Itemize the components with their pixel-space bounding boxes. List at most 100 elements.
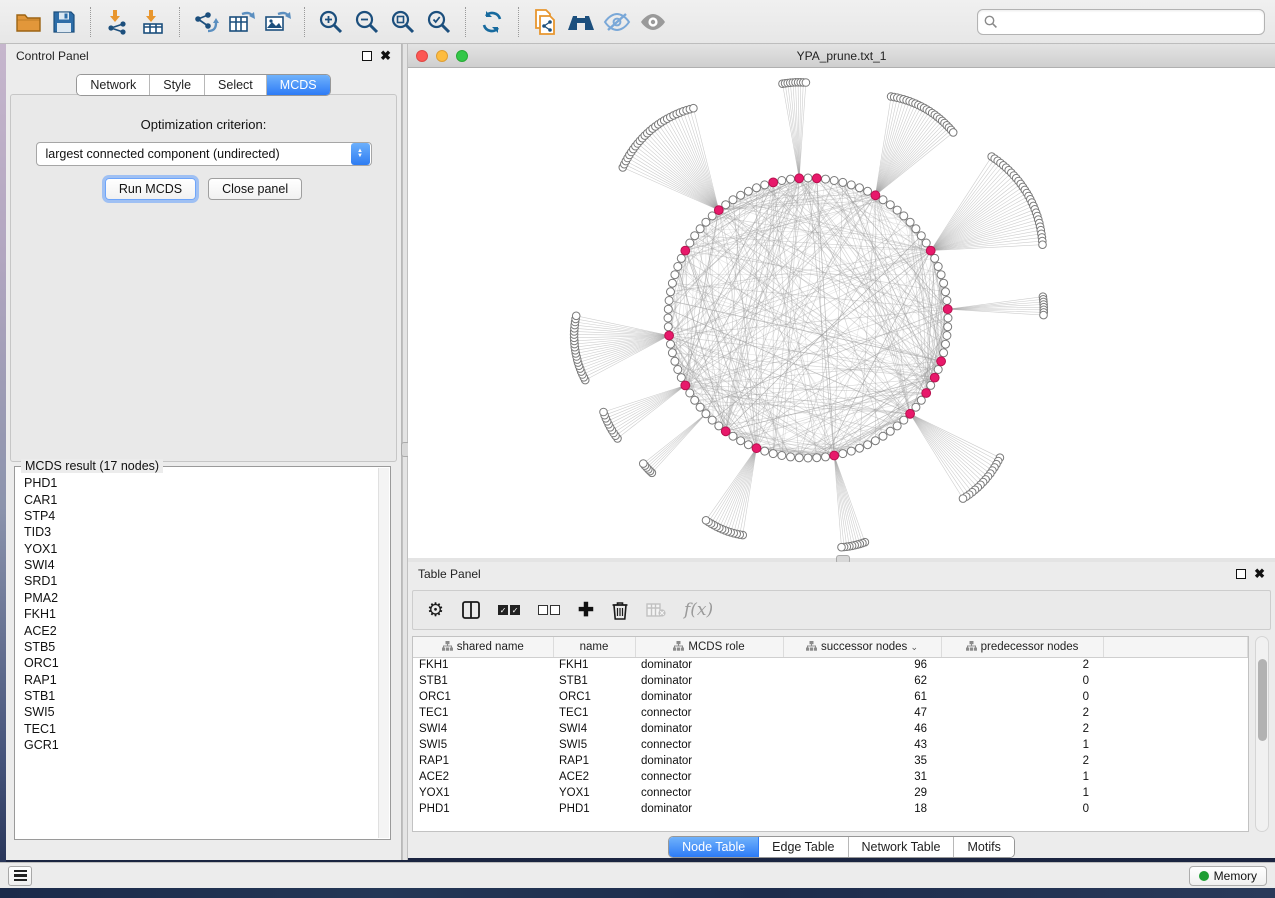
mcds-result-item[interactable]: FKH1 — [16, 606, 377, 622]
table-cell[interactable]: connector — [635, 769, 783, 785]
table-row[interactable]: FKH1FKH1dominator962 — [413, 657, 1248, 673]
mcds-result-item[interactable]: RAP1 — [16, 672, 377, 688]
table-cell[interactable]: SWI5 — [553, 737, 635, 753]
column-header-mcds-role[interactable]: MCDS role — [635, 637, 783, 657]
search-network-icon[interactable] — [563, 5, 599, 39]
mcds-result-item[interactable]: YOX1 — [16, 541, 377, 557]
duplicate-network-icon[interactable] — [527, 5, 563, 39]
import-network-icon[interactable] — [99, 5, 135, 39]
table-scrollbar-thumb[interactable] — [1258, 659, 1267, 741]
criterion-dropdown[interactable]: largest connected component (undirected)… — [36, 142, 372, 166]
table-cell[interactable]: 35 — [783, 753, 941, 769]
table-cell[interactable]: YOX1 — [413, 785, 553, 801]
close-panel-icon[interactable]: ✖ — [1254, 569, 1265, 579]
table-row[interactable]: ORC1ORC1dominator610 — [413, 689, 1248, 705]
table-cell[interactable]: PHD1 — [413, 801, 553, 817]
export-table-icon[interactable] — [224, 5, 260, 39]
network-search-box[interactable] — [977, 9, 1265, 35]
mcds-list-scrollbar[interactable] — [378, 468, 389, 838]
column-header-shared-name[interactable]: shared name — [413, 637, 553, 657]
refresh-icon[interactable] — [474, 5, 510, 39]
search-input[interactable] — [1002, 15, 1258, 29]
tab-edge-table[interactable]: Edge Table — [759, 837, 848, 857]
tab-mcds[interactable]: MCDS — [267, 75, 330, 95]
show-columns-icon[interactable] — [462, 596, 480, 624]
export-network-icon[interactable] — [188, 5, 224, 39]
deselect-all-columns-icon[interactable] — [538, 596, 560, 624]
table-cell[interactable]: 43 — [783, 737, 941, 753]
memory-button[interactable]: Memory — [1189, 866, 1267, 886]
table-cell[interactable]: 2 — [941, 721, 1103, 737]
window-minimize-icon[interactable] — [436, 50, 448, 62]
table-row[interactable]: SWI4SWI4dominator462 — [413, 721, 1248, 737]
table-cell[interactable]: 61 — [783, 689, 941, 705]
table-cell[interactable]: ORC1 — [413, 689, 553, 705]
select-all-columns-icon[interactable]: ✓✓ — [498, 596, 520, 624]
zoom-fit-icon[interactable] — [385, 5, 421, 39]
mcds-result-item[interactable]: TEC1 — [16, 721, 377, 737]
table-scrollbar[interactable] — [1255, 636, 1269, 832]
table-cell[interactable]: dominator — [635, 673, 783, 689]
table-row[interactable]: YOX1YOX1connector291 — [413, 785, 1248, 801]
table-cell[interactable]: RAP1 — [413, 753, 553, 769]
column-header-predecessor-nodes[interactable]: predecessor nodes — [941, 637, 1103, 657]
zoom-selected-icon[interactable] — [421, 5, 457, 39]
mcds-result-item[interactable]: GCR1 — [16, 737, 377, 753]
task-history-icon[interactable] — [8, 866, 32, 886]
network-window-titlebar[interactable]: YPA_prune.txt_1 — [408, 44, 1275, 68]
tab-select[interactable]: Select — [205, 75, 267, 95]
table-cell[interactable]: dominator — [635, 657, 783, 673]
table-cell[interactable]: TEC1 — [413, 705, 553, 721]
table-cell[interactable]: connector — [635, 705, 783, 721]
table-cell[interactable]: FKH1 — [553, 657, 635, 673]
table-cell[interactable]: 96 — [783, 657, 941, 673]
tab-network[interactable]: Network — [77, 75, 150, 95]
table-cell[interactable]: dominator — [635, 753, 783, 769]
table-cell[interactable]: 29 — [783, 785, 941, 801]
column-header-successor-nodes[interactable]: successor nodes ⌄ — [783, 637, 941, 657]
table-cell[interactable]: 18 — [783, 801, 941, 817]
window-close-icon[interactable] — [416, 50, 428, 62]
delete-column-trash-icon[interactable] — [612, 596, 628, 624]
table-row[interactable]: SWI5SWI5connector431 — [413, 737, 1248, 753]
network-canvas[interactable] — [408, 68, 1275, 558]
table-cell[interactable]: 0 — [941, 801, 1103, 817]
table-cell[interactable]: 1 — [941, 737, 1103, 753]
mcds-result-item[interactable]: ACE2 — [16, 622, 377, 638]
mcds-result-item[interactable]: SRD1 — [16, 573, 377, 589]
close-panel-icon[interactable]: ✖ — [380, 51, 391, 61]
table-cell[interactable]: 1 — [941, 785, 1103, 801]
table-cell[interactable]: connector — [635, 737, 783, 753]
mcds-result-item[interactable]: TID3 — [16, 524, 377, 540]
table-cell[interactable]: YOX1 — [553, 785, 635, 801]
table-cell[interactable]: 31 — [783, 769, 941, 785]
table-cell[interactable]: 62 — [783, 673, 941, 689]
zoom-in-icon[interactable] — [313, 5, 349, 39]
table-cell[interactable]: TEC1 — [553, 705, 635, 721]
mcds-result-item[interactable]: STP4 — [16, 508, 377, 524]
table-cell[interactable]: dominator — [635, 721, 783, 737]
table-row[interactable]: ACE2ACE2connector311 — [413, 769, 1248, 785]
table-row[interactable]: STB1STB1dominator620 — [413, 673, 1248, 689]
table-cell[interactable]: RAP1 — [553, 753, 635, 769]
table-cell[interactable]: 0 — [941, 673, 1103, 689]
table-cell[interactable]: PHD1 — [553, 801, 635, 817]
table-cell[interactable]: dominator — [635, 801, 783, 817]
table-cell[interactable]: 1 — [941, 769, 1103, 785]
table-cell[interactable]: STB1 — [553, 673, 635, 689]
table-cell[interactable]: 2 — [941, 657, 1103, 673]
table-cell[interactable]: SWI4 — [413, 721, 553, 737]
table-cell[interactable]: ACE2 — [413, 769, 553, 785]
mcds-result-item[interactable]: ORC1 — [16, 655, 377, 671]
tab-network-table[interactable]: Network Table — [849, 837, 955, 857]
tab-style[interactable]: Style — [150, 75, 205, 95]
tab-node-table[interactable]: Node Table — [669, 837, 759, 857]
import-table-icon[interactable] — [135, 5, 171, 39]
table-row[interactable]: RAP1RAP1dominator352 — [413, 753, 1248, 769]
table-cell[interactable]: SWI4 — [553, 721, 635, 737]
table-cell[interactable]: 2 — [941, 753, 1103, 769]
zoom-out-icon[interactable] — [349, 5, 385, 39]
column-header-name[interactable]: name — [553, 637, 635, 657]
show-all-icon[interactable] — [635, 5, 671, 39]
table-cell[interactable]: ACE2 — [553, 769, 635, 785]
